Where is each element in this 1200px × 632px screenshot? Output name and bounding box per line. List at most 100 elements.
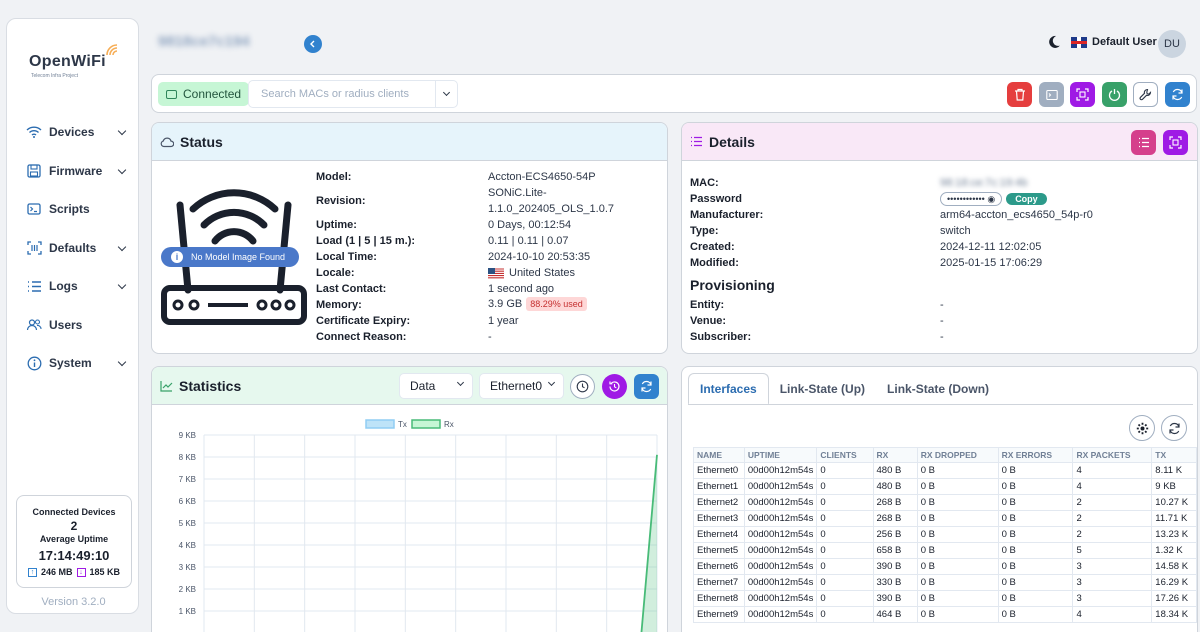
- sidebar-item-defaults[interactable]: Defaults: [25, 235, 133, 261]
- eye-icon[interactable]: ◉: [987, 194, 995, 204]
- subscriber-value: -: [940, 331, 944, 343]
- table-cell: 0 B: [916, 510, 999, 527]
- interface-select[interactable]: Ethernet0: [479, 373, 564, 399]
- average-uptime-label: Average Uptime: [39, 534, 109, 544]
- table-row[interactable]: Ethernet5 00d00h12m54s 0 658 B0 B0 B 5 1.32 K: [693, 542, 1197, 559]
- sidebar-item-users[interactable]: Users: [25, 312, 133, 338]
- table-header-row: NAME UPTIME CLIENTS RX RX DROPPED RX ERRORS RX…: [693, 447, 1197, 463]
- table-cell: 0 B: [997, 478, 1074, 495]
- table-cell: 0 B: [997, 574, 1074, 591]
- details-title: Details: [709, 133, 755, 150]
- table-row[interactable]: Ethernet2 00d00h12m54s 0 268 B0 B0 B 2 10.27 …: [693, 494, 1197, 511]
- table-row[interactable]: Ethernet6 00d00h12m54s 0 390 B0 B0 B 3 14.58 …: [693, 558, 1197, 575]
- venue-label: Venue:: [690, 315, 727, 327]
- column-header-clients[interactable]: CLIENTS: [816, 447, 874, 463]
- table-cell: Ethernet7: [693, 574, 745, 591]
- wifi-icon: [25, 123, 43, 141]
- table-cell: Ethernet1: [693, 478, 745, 495]
- password-field[interactable]: •••••••••••• ◉: [940, 192, 1003, 206]
- terminal-icon: [1045, 89, 1058, 100]
- table-cell: Ethernet2: [693, 494, 745, 511]
- table-cell: 390 B: [872, 558, 918, 575]
- interfaces-refresh-button[interactable]: [1161, 415, 1187, 441]
- no-model-image-badge: i No Model Image Found: [161, 247, 299, 267]
- table-cell: 8.11 K: [1151, 462, 1197, 479]
- legend-label: Tx: [398, 420, 407, 429]
- sidebar-item-logs[interactable]: Logs: [25, 273, 133, 299]
- column-header-tx[interactable]: TX: [1151, 447, 1197, 463]
- table-cell: 2: [1072, 526, 1153, 543]
- sidebar-item-label: Defaults: [49, 241, 97, 255]
- sidebar-item-firmware[interactable]: Firmware: [25, 158, 133, 184]
- table-row[interactable]: Ethernet7 00d00h12m54s 0 330 B0 B0 B 3 16.29 …: [693, 574, 1197, 591]
- type-value: switch: [940, 225, 971, 237]
- table-row[interactable]: Ethernet8 00d00h12m54s 0 390 B0 B0 B 3 17.26 …: [693, 590, 1197, 607]
- column-header-uptime[interactable]: UPTIME: [743, 447, 818, 463]
- trash-icon: [1014, 88, 1025, 101]
- table-row[interactable]: Ethernet3 00d00h12m54s 0 268 B0 B0 B 2 11.71 …: [693, 510, 1197, 527]
- tab-link-state-down[interactable]: Link-State (Down): [876, 373, 1000, 405]
- chevron-down-icon: [117, 280, 127, 290]
- reboot-button[interactable]: [1102, 82, 1127, 107]
- terminal-button[interactable]: [1039, 82, 1064, 107]
- avatar[interactable]: DU: [1158, 30, 1186, 58]
- table-row[interactable]: Ethernet4 00d00h12m54s 0 256 B0 B0 B 2 13.23 …: [693, 526, 1197, 543]
- tab-interfaces[interactable]: Interfaces: [688, 373, 769, 405]
- column-header-name[interactable]: NAME: [693, 447, 745, 463]
- brand-logo[interactable]: OpenWiFi: [29, 53, 106, 71]
- table-row[interactable]: Ethernet1 00d00h12m54s 0 480 B0 B0 B49 KB: [693, 478, 1197, 495]
- table-cell: 480 B: [872, 462, 918, 479]
- column-header-rx-packets[interactable]: RX PACKETS: [1072, 447, 1153, 463]
- table-cell: 0: [816, 494, 874, 511]
- uptime-label: Uptime:: [316, 219, 357, 231]
- tab-link-state-up[interactable]: Link-State (Up): [769, 373, 876, 405]
- interfaces-card: Interfaces Link-State (Up) Link-State (D…: [681, 366, 1198, 632]
- table-cell: Ethernet5: [693, 542, 745, 559]
- statistics-refresh-button[interactable]: [634, 374, 659, 399]
- gear-icon: [1136, 422, 1148, 434]
- refresh-button[interactable]: [1165, 82, 1190, 107]
- delete-button[interactable]: [1007, 82, 1032, 107]
- sidebar-item-scripts[interactable]: Scripts: [25, 196, 133, 222]
- language-flag-icon[interactable]: [1071, 37, 1087, 48]
- sidebar-item-system[interactable]: System: [25, 350, 133, 376]
- table-cell: 00d00h12m54s: [743, 574, 818, 591]
- status-title: Status: [180, 133, 223, 150]
- user-name[interactable]: Default User: [1092, 36, 1157, 48]
- column-header-rx-dropped[interactable]: RX DROPPED: [916, 447, 999, 463]
- history-button[interactable]: [602, 374, 627, 399]
- arrow-icon: [310, 40, 315, 48]
- table-row[interactable]: Ethernet0 00d00h12m54s 0 480 B0 B0 B 4 8.11 K: [693, 462, 1197, 479]
- connection-status-label: Connected: [183, 87, 242, 101]
- table-cell: 0: [816, 510, 874, 527]
- list-icon: [1138, 137, 1149, 148]
- cert-expiry-value: 1 year: [488, 315, 519, 327]
- table-cell: 00d00h12m54s: [743, 542, 818, 559]
- table-cell: 390 B: [872, 590, 918, 607]
- configure-button[interactable]: [1133, 82, 1158, 107]
- time-range-button[interactable]: [570, 374, 595, 399]
- revision-value-line1: SONiC.Lite-: [488, 187, 547, 199]
- details-scan-button[interactable]: [1163, 130, 1188, 155]
- scan-button[interactable]: [1070, 82, 1095, 107]
- copy-password-button[interactable]: Copy: [1006, 193, 1047, 205]
- search-dropdown-toggle[interactable]: [435, 81, 457, 107]
- device-info-button[interactable]: [304, 35, 322, 53]
- subscriber-label: Subscriber:: [690, 331, 752, 343]
- tx-arrow-icon: ↑: [27, 567, 37, 577]
- y-tick-label: 3 KB: [179, 563, 196, 572]
- load-value: 0.11 | 0.11 | 0.07: [488, 235, 569, 247]
- details-list-button[interactable]: [1131, 130, 1156, 155]
- column-header-rx-errors[interactable]: RX ERRORS: [997, 447, 1074, 463]
- search-input[interactable]: Search MACs or radius clients: [248, 80, 458, 108]
- table-cell: 00d00h12m54s: [743, 606, 818, 623]
- dark-mode-toggle[interactable]: [1047, 35, 1061, 52]
- memory-value-row: 3.9 GB 88.29% used: [488, 297, 587, 311]
- table-cell: Ethernet0: [693, 462, 745, 479]
- table-settings-button[interactable]: [1129, 415, 1155, 441]
- column-header-rx[interactable]: RX: [872, 447, 918, 463]
- table-cell: 11.71 K: [1151, 510, 1197, 527]
- sidebar-item-devices[interactable]: Devices: [25, 119, 133, 145]
- table-row[interactable]: Ethernet9 00d00h12m54s 0 464 B0 B0 B 4 18.34 …: [693, 606, 1197, 623]
- metric-select[interactable]: Data: [399, 373, 473, 399]
